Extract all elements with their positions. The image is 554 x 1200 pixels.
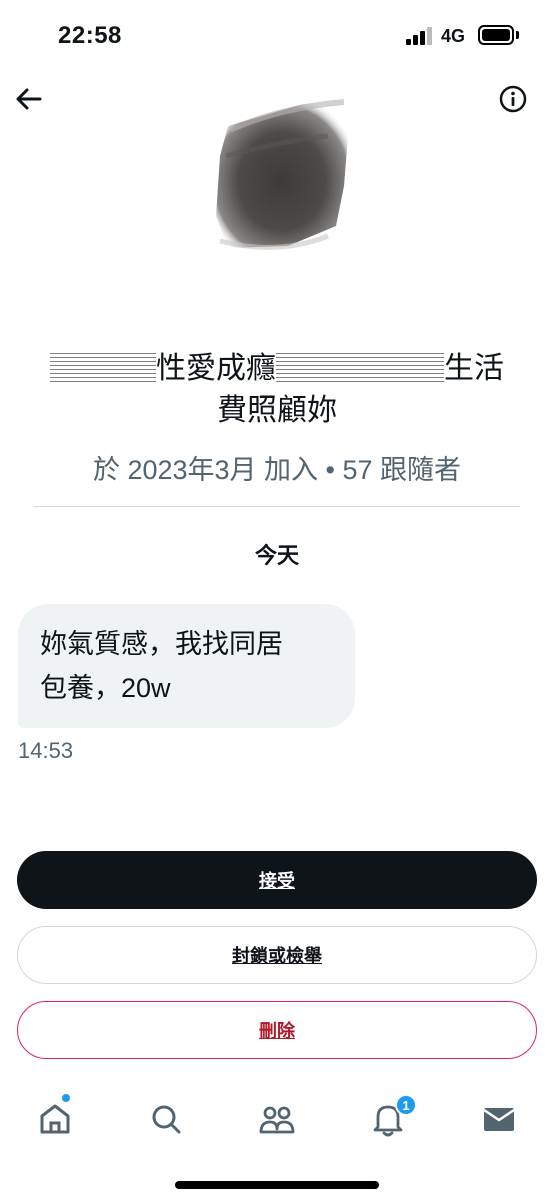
info-button[interactable] <box>499 85 527 113</box>
home-indicator <box>175 1181 379 1189</box>
message-bubble[interactable]: 妳氣質感，我找同居 包養，20w <box>18 604 355 728</box>
profile-name-part1: 性愛成癮 <box>156 352 276 385</box>
block-report-button[interactable]: 封鎖或檢舉 <box>17 926 537 984</box>
profile-name-part3: 費照顧妳 <box>217 394 337 427</box>
redacted-text <box>276 352 444 382</box>
nav-communities[interactable] <box>257 1099 297 1139</box>
message-timestamp: 14:53 <box>18 738 74 763</box>
status-bar: 22:58 4G <box>0 0 554 70</box>
battery-icon <box>478 25 514 45</box>
nav-home[interactable] <box>35 1099 75 1139</box>
communities-icon <box>259 1106 295 1134</box>
notification-badge: 1 <box>395 1094 417 1116</box>
nav-search[interactable] <box>146 1099 186 1139</box>
joined-date: 於 2023年3月 加入 <box>92 455 319 485</box>
back-button[interactable] <box>14 84 44 114</box>
delete-button[interactable]: 刪除 <box>17 1001 537 1059</box>
home-icon <box>40 1104 70 1134</box>
avatar[interactable] <box>208 96 356 254</box>
messages-icon <box>483 1108 515 1131</box>
signal-icon <box>406 27 434 45</box>
meta-separator: • <box>325 455 335 485</box>
home-unread-dot <box>62 1094 70 1102</box>
date-separator: 今天 <box>254 543 299 568</box>
bottom-nav <box>0 1085 554 1155</box>
status-time: 22:58 <box>58 22 122 49</box>
profile-meta: 於 2023年3月 加入 • 57 跟隨者 <box>0 448 554 487</box>
redacted-text <box>50 352 156 382</box>
info-icon <box>499 85 527 113</box>
network-type: 4G <box>441 26 466 46</box>
accept-button[interactable]: 接受 <box>17 851 537 909</box>
followers-count[interactable]: 57 跟隨者 <box>343 455 462 485</box>
back-arrow-icon <box>16 88 42 110</box>
avatar-scribble <box>216 99 348 250</box>
profile-name: 性愛成癮 生活 費照顧妳 <box>30 348 524 432</box>
battery-cap <box>516 31 519 39</box>
message-text-line2: 包養，20w <box>40 673 171 703</box>
search-icon <box>152 1105 181 1134</box>
profile-name-part2: 生活 <box>444 352 504 385</box>
divider <box>34 506 520 507</box>
nav-messages[interactable] <box>479 1099 519 1139</box>
message-text-line1: 妳氣質感，我找同居 <box>40 629 283 659</box>
